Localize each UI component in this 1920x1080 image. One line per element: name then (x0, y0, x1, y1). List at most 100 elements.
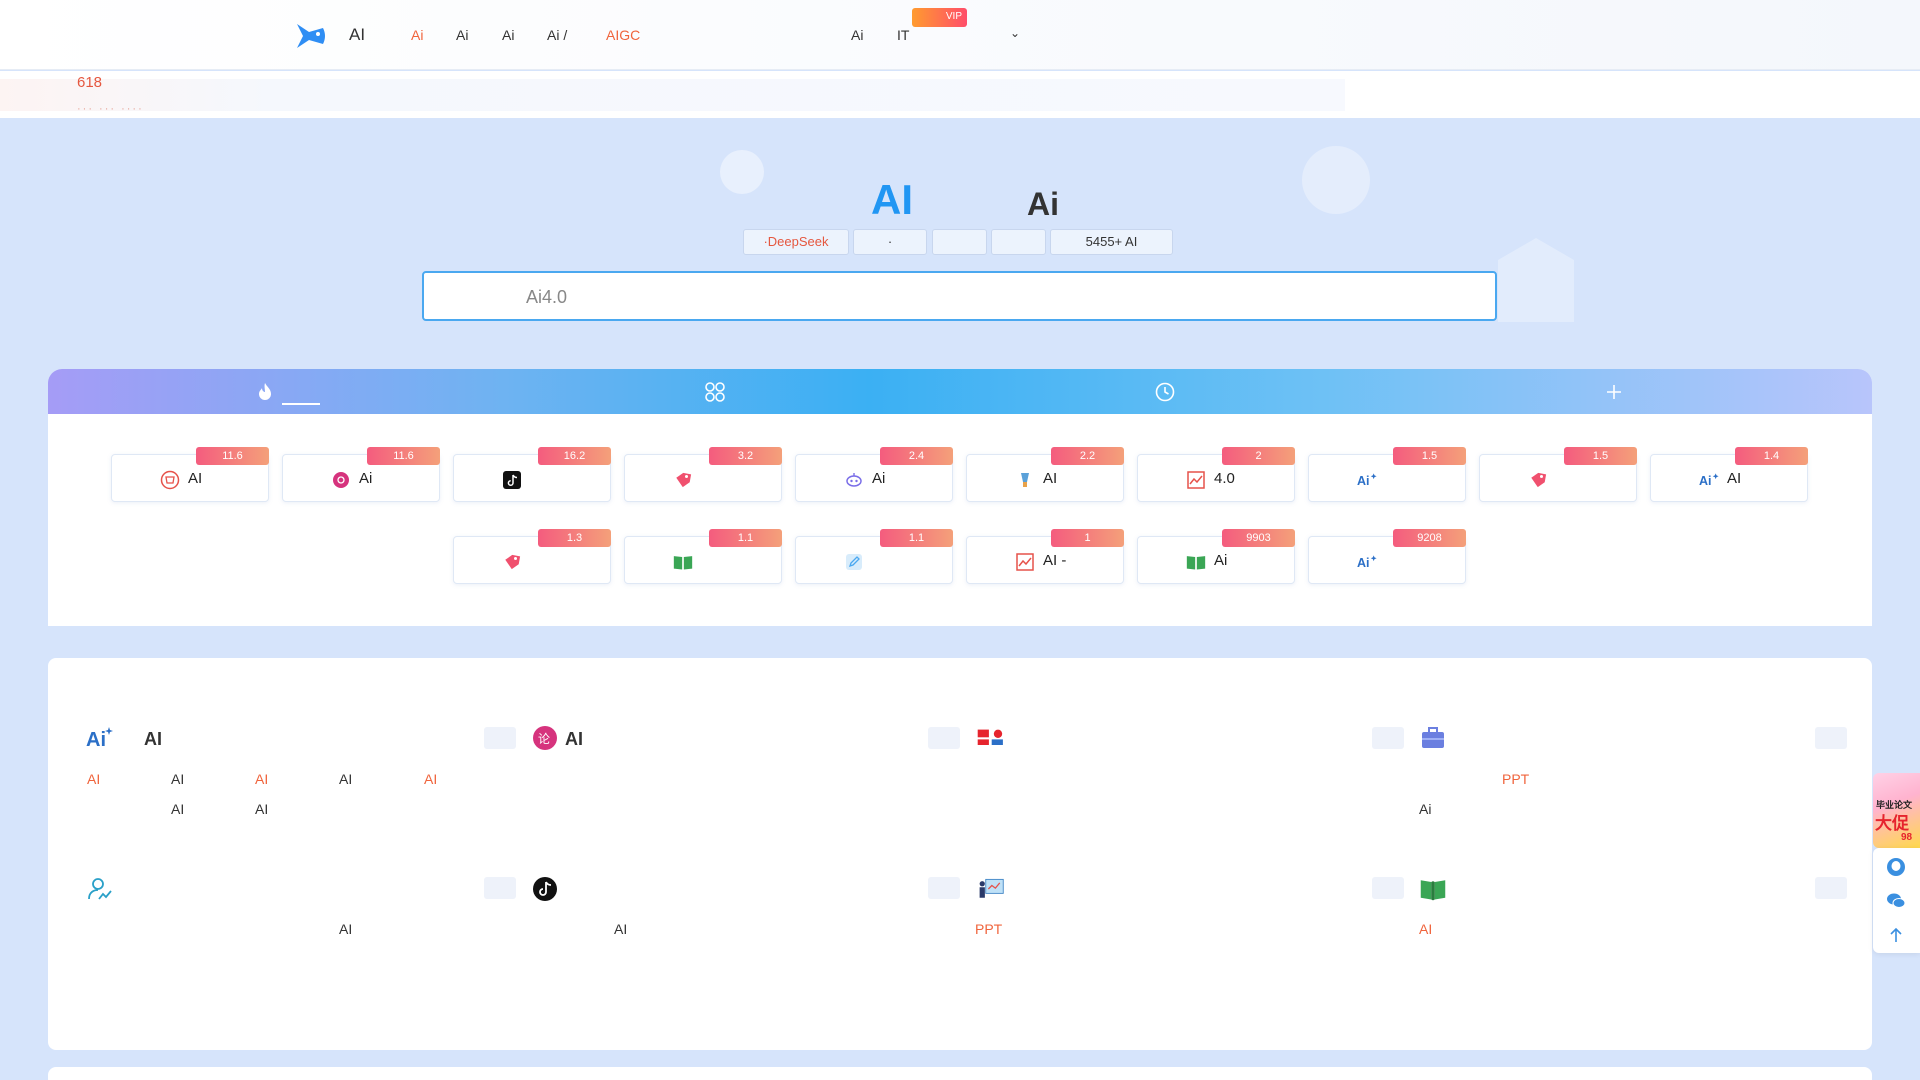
tool-card[interactable]: 11.6 Ai (282, 447, 440, 502)
tool-card[interactable]: 1.1 (795, 529, 953, 584)
nav-item-2[interactable]: Ai (456, 27, 468, 43)
usage-badge: 1.5 (1393, 447, 1466, 465)
book-icon (1186, 552, 1206, 572)
search-input[interactable] (526, 287, 1426, 308)
chip-tool-count[interactable]: 5455+ AI (1050, 229, 1173, 255)
tool-card[interactable]: 1.5 Ai (1308, 447, 1466, 502)
nav-item-6[interactable]: Ai (851, 27, 863, 43)
book-icon (1420, 880, 1446, 901)
site-name[interactable]: AI (349, 25, 365, 45)
more-button[interactable] (1372, 727, 1404, 749)
category-panel (48, 658, 1872, 1050)
tool-card[interactable]: 16.2 (453, 447, 611, 502)
category-link[interactable]: AI (87, 771, 100, 787)
ai-spark-icon: Ai (1699, 470, 1719, 490)
usage-badge: 16.2 (538, 447, 611, 465)
chip-deepseek[interactable]: ·DeepSeek (743, 229, 849, 255)
promo-line-2: 大促 (1875, 814, 1909, 833)
tool-label: AI - (1043, 552, 1067, 569)
grid-icon[interactable] (704, 381, 726, 403)
usage-badge: 1.1 (880, 529, 953, 547)
tool-card[interactable]: 2.2 AI (966, 447, 1124, 502)
promo-line-3: 98 (1901, 832, 1913, 843)
chart-icon (1186, 470, 1206, 490)
nav-item-aigc[interactable]: AIGC (606, 27, 640, 43)
nav-item-4[interactable]: Ai / (547, 27, 567, 43)
category-title: AI (144, 729, 162, 749)
category-link[interactable]: AI (339, 921, 352, 937)
shop-icon (160, 470, 180, 490)
more-button[interactable] (928, 877, 960, 899)
briefcase-icon (1422, 727, 1444, 748)
category-link[interactable]: AI (339, 771, 352, 787)
usage-badge: 3.2 (709, 447, 782, 465)
tool-card[interactable]: 1.3 (453, 529, 611, 584)
ai-spark-icon: Ai (86, 727, 113, 751)
category-link[interactable]: AI (171, 771, 184, 787)
more-button[interactable] (1372, 877, 1404, 899)
media-icon (977, 729, 1003, 745)
usage-badge: 1.4 (1735, 447, 1808, 465)
nav-item-1[interactable]: Ai (411, 27, 423, 43)
tool-card[interactable]: 1.5 (1479, 447, 1637, 502)
hero-title: Ai (1027, 186, 1059, 222)
tool-card[interactable]: 1 AI - (966, 529, 1124, 584)
category-link[interactable]: Ai (1419, 801, 1431, 817)
flame-icon[interactable] (254, 381, 276, 403)
nav-item-3[interactable]: Ai (502, 27, 514, 43)
chip-2[interactable]: · (853, 229, 927, 255)
fish-logo-icon[interactable] (295, 20, 327, 52)
more-button[interactable] (1815, 727, 1847, 749)
notice-subtext: ··· ··· ···· (77, 103, 144, 111)
more-button[interactable] (484, 877, 516, 899)
chip-3[interactable] (932, 229, 987, 255)
category-title: AI (565, 729, 583, 749)
back-to-top-icon[interactable] (1886, 925, 1906, 945)
category-link[interactable]: AI (424, 771, 437, 787)
decor-bubble (1302, 146, 1370, 214)
category-link[interactable]: PPT (975, 921, 1002, 937)
category-link[interactable]: AI (255, 801, 268, 817)
side-buttons (1873, 848, 1920, 953)
category-link[interactable]: AI (1419, 921, 1432, 937)
nav-item-it[interactable]: IT (897, 27, 909, 43)
usage-badge: 2 (1222, 447, 1295, 465)
chip-4[interactable] (991, 229, 1046, 255)
svg-text:Ai: Ai (86, 729, 106, 751)
plus-icon[interactable] (1603, 381, 1625, 403)
chevron-down-icon[interactable]: ⌄ (1010, 26, 1020, 40)
tool-card[interactable]: 9903 Ai (1137, 529, 1295, 584)
tool-label: AI (188, 470, 203, 487)
book-icon (673, 552, 693, 572)
tiktok-icon (533, 877, 557, 901)
tool-label: Ai (359, 470, 373, 487)
tool-card[interactable]: 11.6 AI (111, 447, 269, 502)
wechat-icon[interactable] (1886, 891, 1906, 911)
decor-house-icon (1498, 238, 1574, 322)
tool-card[interactable]: 2.4 Ai (795, 447, 953, 502)
presentation-icon (979, 878, 1004, 898)
more-button[interactable] (1815, 877, 1847, 899)
more-button[interactable] (484, 727, 516, 749)
vip-badge[interactable]: VIP (912, 8, 967, 27)
clock-icon[interactable] (1154, 381, 1176, 403)
tab-active-underline (282, 403, 320, 405)
svg-text:论: 论 (538, 732, 550, 746)
category-link[interactable]: AI (171, 801, 184, 817)
promo-banner[interactable]: 毕业论文 大促 98 (1873, 773, 1920, 848)
chart-icon (1015, 552, 1035, 572)
usage-badge: 2.4 (880, 447, 953, 465)
usage-badge: 9903 (1222, 529, 1295, 547)
tool-card[interactable]: 2 4.0 (1137, 447, 1295, 502)
tool-card[interactable]: 9208 Ai (1308, 529, 1466, 584)
qq-icon[interactable] (1886, 857, 1906, 877)
category-link[interactable]: PPT (1502, 771, 1529, 787)
more-button[interactable] (928, 727, 960, 749)
notice-text[interactable]: 618 (77, 74, 102, 91)
robot-icon (844, 470, 864, 490)
category-link[interactable]: AI (614, 921, 627, 937)
tool-card[interactable]: 3.2 (624, 447, 782, 502)
tool-card[interactable]: 1.1 (624, 529, 782, 584)
category-link[interactable]: AI (255, 771, 268, 787)
tool-card[interactable]: 1.4 Ai AI (1650, 447, 1808, 502)
